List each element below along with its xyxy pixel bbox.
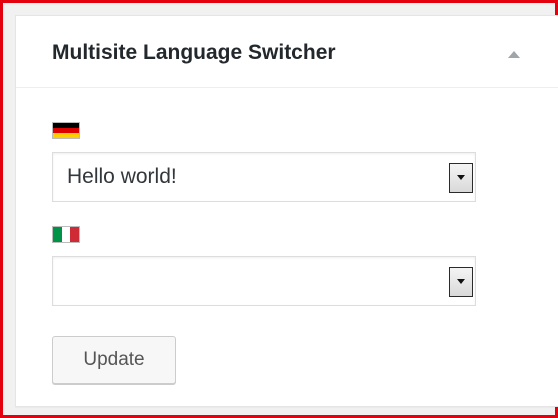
flag-de-icon [52, 122, 80, 139]
post-select-italian[interactable] [52, 256, 476, 306]
flag-stripe [53, 227, 62, 242]
post-select-german[interactable]: Hello world! [52, 152, 476, 202]
selected-value: Hello world! [67, 165, 177, 188]
flag-it-icon [52, 226, 80, 243]
language-switcher-widget: Multisite Language Switcher Hello world! [15, 15, 558, 407]
chevron-down-icon [457, 175, 465, 180]
chevron-down-icon [457, 279, 465, 284]
triangle-up-icon [508, 51, 520, 58]
flag-stripe [70, 227, 80, 242]
widget-header: Multisite Language Switcher [16, 16, 558, 88]
dropdown-arrow-icon[interactable] [449, 163, 473, 193]
widget-title: Multisite Language Switcher [52, 41, 336, 64]
flag-stripe [53, 133, 79, 138]
collapse-toggle-button[interactable] [502, 44, 526, 64]
flag-stripe [61, 227, 71, 242]
dropdown-arrow-icon[interactable] [449, 267, 473, 297]
highlight-frame: Multisite Language Switcher Hello world! [0, 0, 558, 418]
update-button[interactable]: Update [52, 336, 176, 384]
